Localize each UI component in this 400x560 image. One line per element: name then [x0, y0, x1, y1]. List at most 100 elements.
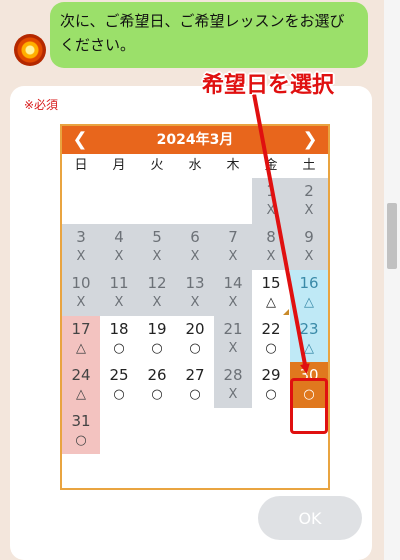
chevron-right-icon[interactable]: ❯ — [296, 126, 324, 154]
calendar-day-27[interactable]: 27 ○ — [176, 362, 214, 408]
day-number: 17 — [71, 320, 91, 338]
calendar-empty-cell — [100, 178, 138, 224]
chat-message-bubble: 次に、ご希望日、ご希望レッスンをお選びください。 — [50, 2, 368, 68]
calendar-day-20[interactable]: 20 ○ — [176, 316, 214, 362]
day-number: 9 — [304, 228, 314, 246]
calendar-day-19[interactable]: 19 ○ — [138, 316, 176, 362]
availability-mark: X — [304, 203, 314, 218]
availability-mark: X — [114, 295, 124, 310]
availability-mark: ○ — [189, 387, 201, 402]
chat-message-text: 次に、ご希望日、ご希望レッスンをお選びください。 — [60, 12, 345, 54]
calendar-day-6: 6X — [176, 224, 214, 270]
chevron-left-icon[interactable]: ❮ — [66, 126, 94, 154]
day-number: 31 — [71, 412, 91, 430]
availability-mark: X — [228, 387, 238, 402]
availability-mark: X — [152, 295, 162, 310]
availability-mark: X — [228, 249, 238, 264]
calendar-month-title: 2024年3月 — [156, 132, 234, 148]
availability-mark: X — [228, 295, 238, 310]
calendar-day-2: 2X — [290, 178, 328, 224]
calendar-grid: 1 X 2 X 3 X 4 X 5 X 6 X 7 X 8 X 9 X 10 X 11 X 12 X 13 X 14 X 15 △ 16 △ 1… — [62, 178, 328, 454]
calendar-empty-cell — [138, 178, 176, 224]
calendar-day-17[interactable]: 17 △ — [62, 316, 100, 362]
calendar-day-29[interactable]: 29 ○ — [252, 362, 290, 408]
calendar-day-8: 8X — [252, 224, 290, 270]
calendar-day-4: 4X — [100, 224, 138, 270]
scrollbar-thumb[interactable] — [387, 203, 397, 269]
calendar-day-7: 7X — [214, 224, 252, 270]
required-label: ※必須 — [24, 98, 59, 112]
weekday-label: 日 — [74, 158, 88, 173]
calendar-day-15[interactable]: 15 △ — [252, 270, 290, 316]
selected-date-highlight — [290, 378, 328, 434]
day-number: 20 — [185, 320, 205, 338]
day-number: 2 — [304, 182, 314, 200]
day-number: 16 — [299, 274, 319, 292]
weekday-label: 火 — [150, 158, 164, 173]
availability-mark: ○ — [151, 341, 163, 356]
calendar-day-28: 28 X — [214, 362, 252, 408]
day-number: 5 — [152, 228, 162, 246]
calendar-day-9: 9X — [290, 224, 328, 270]
day-number: 27 — [185, 366, 205, 384]
day-number: 15 — [261, 274, 281, 292]
weekday-label: 木 — [226, 158, 240, 173]
day-number: 26 — [147, 366, 167, 384]
bot-avatar — [14, 34, 46, 66]
availability-mark: △ — [76, 341, 86, 356]
availability-mark: ○ — [113, 341, 125, 356]
calendar-day-14: 14 X — [214, 270, 252, 316]
calendar-day-13: 13 X — [176, 270, 214, 316]
calendar-day-18[interactable]: 18 ○ — [100, 316, 138, 362]
calendar-day-1: 1X — [252, 178, 290, 224]
availability-mark: X — [114, 249, 124, 264]
calendar-header: ❮ 2024年3月 ❯ — [62, 126, 328, 154]
availability-mark: X — [304, 249, 314, 264]
scrollbar[interactable] — [384, 0, 400, 560]
availability-mark: ○ — [151, 387, 163, 402]
day-number: 22 — [261, 320, 281, 338]
weekday-label: 土 — [302, 158, 316, 173]
weekday-label: 金 — [264, 158, 278, 173]
calendar-day-23[interactable]: 23 △ — [290, 316, 328, 362]
weekday-row: 日月火水木金土 — [62, 154, 328, 178]
calendar-day-22[interactable]: 22 ○ — [252, 316, 290, 362]
availability-mark: X — [152, 249, 162, 264]
day-number: 18 — [109, 320, 129, 338]
calendar-empty-cell — [214, 178, 252, 224]
day-number: 6 — [190, 228, 200, 246]
ok-button[interactable]: OK — [258, 496, 362, 540]
availability-mark: X — [190, 295, 200, 310]
weekday-label: 月 — [112, 158, 126, 173]
availability-mark: X — [266, 249, 276, 264]
day-number: 14 — [223, 274, 243, 292]
day-number: 12 — [147, 274, 167, 292]
day-number: 24 — [71, 366, 91, 384]
day-number: 10 — [71, 274, 91, 292]
calendar-day-16[interactable]: 16 △ — [290, 270, 328, 316]
availability-mark: △ — [76, 387, 86, 402]
availability-mark: X — [76, 249, 86, 264]
availability-mark: ○ — [75, 433, 87, 448]
calendar-day-12: 12 X — [138, 270, 176, 316]
calendar-day-26[interactable]: 26 ○ — [138, 362, 176, 408]
day-number: 29 — [261, 366, 281, 384]
day-number: 23 — [299, 320, 319, 338]
availability-mark: △ — [304, 295, 314, 310]
calendar-day-5: 5X — [138, 224, 176, 270]
calendar-day-10: 10 X — [62, 270, 100, 316]
availability-mark: X — [266, 203, 276, 218]
calendar-day-24[interactable]: 24 △ — [62, 362, 100, 408]
day-number: 25 — [109, 366, 129, 384]
availability-mark: X — [190, 249, 200, 264]
calendar-day-25[interactable]: 25 ○ — [100, 362, 138, 408]
day-number: 1 — [266, 182, 276, 200]
day-number: 28 — [223, 366, 243, 384]
calendar-day-11: 11 X — [100, 270, 138, 316]
calendar-day-31[interactable]: 31 ○ — [62, 408, 100, 454]
availability-mark: ○ — [189, 341, 201, 356]
availability-mark: X — [228, 341, 238, 356]
day-number: 4 — [114, 228, 124, 246]
corner-mark-icon — [283, 309, 289, 315]
day-number: 3 — [76, 228, 86, 246]
